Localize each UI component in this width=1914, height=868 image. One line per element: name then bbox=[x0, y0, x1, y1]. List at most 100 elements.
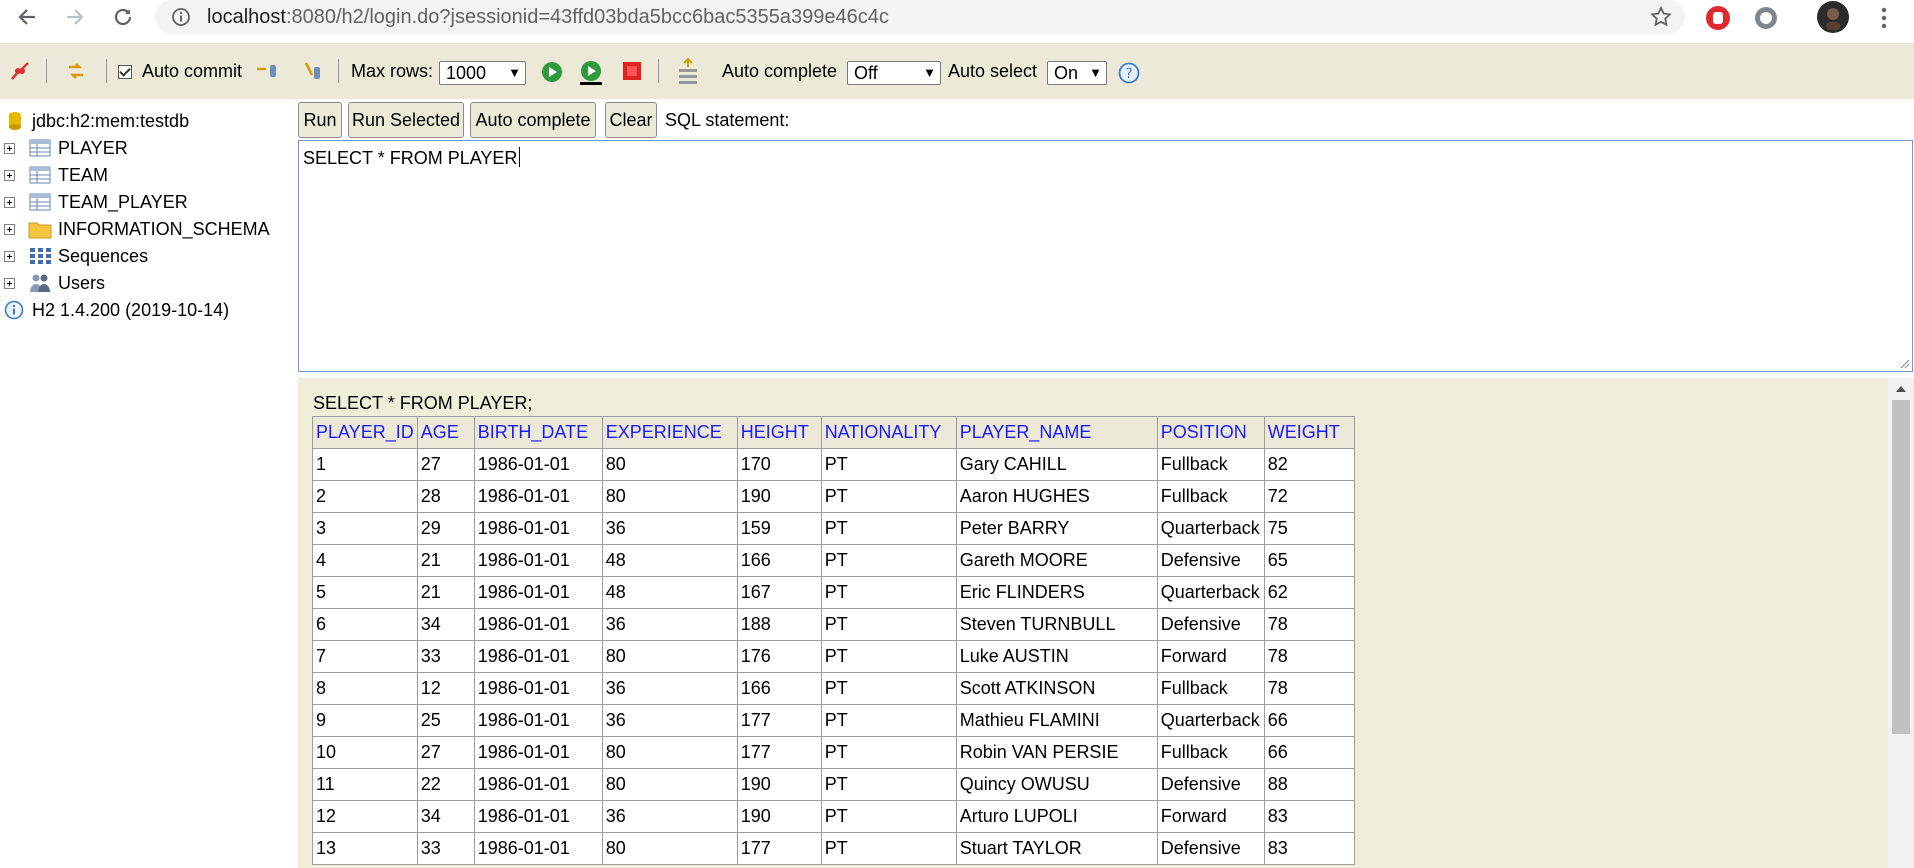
table-cell: 1986-01-01 bbox=[473, 544, 603, 577]
disconnect-icon[interactable] bbox=[8, 59, 32, 83]
auto-commit-checkbox[interactable] bbox=[118, 65, 132, 79]
table-cell: 21 bbox=[416, 544, 475, 577]
table-icon bbox=[29, 139, 51, 157]
address-bar[interactable]: localhost:8080/h2/login.do?jsessionid=43… bbox=[155, 0, 1685, 34]
table-cell: 25 bbox=[416, 704, 475, 737]
table-cell: 48 bbox=[601, 544, 738, 577]
column-header[interactable]: NATIONALITY bbox=[820, 416, 957, 449]
table-cell: 159 bbox=[736, 512, 822, 545]
table-cell: PT bbox=[820, 576, 957, 609]
table-cell: PT bbox=[820, 512, 957, 545]
auto-select-label: Auto select bbox=[948, 61, 1038, 81]
table-cell: 78 bbox=[1263, 672, 1355, 705]
folder-icon bbox=[28, 222, 52, 239]
table-row: 3 29 1986-01-01 36 159 PT Peter BARRY Quarterba… bbox=[312, 512, 1355, 545]
max-rows-select[interactable]: 1000 ▼ bbox=[439, 61, 526, 85]
table-row: 8 12 1986-01-01 36 166 PT Scott ATKINSON Fullba… bbox=[312, 672, 1355, 705]
expand-icon[interactable] bbox=[4, 196, 15, 208]
table-cell: PT bbox=[820, 544, 957, 577]
column-header[interactable]: PLAYER_NAME bbox=[955, 416, 1158, 449]
auto-select-select[interactable]: On ▼ bbox=[1047, 61, 1107, 85]
run-selected-icon[interactable] bbox=[578, 60, 604, 86]
table-cell: 188 bbox=[736, 608, 822, 641]
schema-tree: jdbc:h2:mem:testdb PLAYER TEAM TEAM_PLAY… bbox=[0, 104, 295, 868]
scroll-thumb[interactable] bbox=[1892, 400, 1910, 734]
scroll-up-icon[interactable] bbox=[1896, 386, 1906, 392]
run-icon[interactable] bbox=[540, 60, 564, 84]
tree-item-label: TEAM bbox=[58, 164, 109, 185]
browser-toolbar: localhost:8080/h2/login.do?jsessionid=43… bbox=[0, 0, 1914, 34]
back-button[interactable] bbox=[12, 2, 42, 32]
table-row: 2 28 1986-01-01 80 190 PT Aaron HUGHES Fullback… bbox=[312, 480, 1355, 513]
auto-complete-button[interactable]: Auto complete bbox=[470, 102, 596, 138]
table-row: 10 27 1986-01-01 80 177 PT Robin VAN PERSIE Ful… bbox=[312, 736, 1355, 769]
info-icon[interactable] bbox=[171, 7, 191, 27]
table-row: 9 25 1986-01-01 36 177 PT Mathieu FLAMINI Quart… bbox=[312, 704, 1355, 737]
forward-button[interactable] bbox=[60, 2, 90, 32]
adblock-extension-icon[interactable] bbox=[1704, 4, 1732, 32]
more-menu-icon[interactable] bbox=[1870, 4, 1898, 32]
rollback-icon[interactable] bbox=[254, 59, 280, 83]
expand-icon[interactable] bbox=[4, 250, 15, 262]
table-cell: Fullback bbox=[1156, 672, 1265, 705]
table-cell: Defensive bbox=[1156, 832, 1265, 865]
vertical-scrollbar[interactable] bbox=[1888, 378, 1914, 868]
column-header[interactable]: AGE bbox=[416, 416, 475, 449]
text-caret bbox=[519, 147, 521, 167]
expand-icon[interactable] bbox=[4, 277, 15, 289]
table-cell: 72 bbox=[1263, 480, 1355, 513]
column-header[interactable]: PLAYER_ID bbox=[312, 416, 418, 449]
table-cell: 36 bbox=[601, 672, 738, 705]
clear-button[interactable]: Clear bbox=[605, 102, 657, 138]
table-cell: Quarterback bbox=[1156, 576, 1265, 609]
shield-extension-icon[interactable] bbox=[1752, 4, 1780, 32]
sql-statement-label: SQL statement: bbox=[665, 110, 790, 130]
run-selected-button[interactable]: Run Selected bbox=[348, 102, 464, 138]
table-cell: 75 bbox=[1263, 512, 1355, 545]
column-header[interactable]: BIRTH_DATE bbox=[473, 416, 603, 449]
refresh-icon[interactable] bbox=[64, 59, 88, 83]
table-cell: 78 bbox=[1263, 640, 1355, 673]
table-cell: Aaron HUGHES bbox=[955, 480, 1158, 513]
h2-toolbar: Auto commit Max rows: 1000 ▼ Auto complet… bbox=[0, 43, 1914, 99]
auto-complete-select[interactable]: Off ▼ bbox=[847, 61, 941, 85]
sql-editor[interactable]: SELECT * FROM PLAYER bbox=[298, 140, 1913, 372]
table-cell: 1986-01-01 bbox=[473, 704, 603, 737]
table-cell: 1986-01-01 bbox=[473, 768, 603, 801]
database-icon bbox=[9, 112, 21, 130]
run-button[interactable]: Run bbox=[298, 102, 342, 138]
table-cell: 34 bbox=[416, 800, 475, 833]
expand-icon[interactable] bbox=[4, 169, 15, 181]
table-cell: 80 bbox=[601, 640, 738, 673]
table-cell: 48 bbox=[601, 576, 738, 609]
column-header[interactable]: HEIGHT bbox=[736, 416, 822, 449]
profile-avatar[interactable] bbox=[1817, 1, 1849, 33]
table-cell: 11 bbox=[312, 768, 418, 801]
table-cell: PT bbox=[820, 608, 957, 641]
commit-icon[interactable] bbox=[302, 59, 324, 83]
table-cell: 83 bbox=[1263, 800, 1355, 833]
table-cell: 36 bbox=[601, 512, 738, 545]
sequences-icon bbox=[30, 248, 51, 264]
bookmark-star-icon[interactable] bbox=[1649, 5, 1673, 29]
expand-icon[interactable] bbox=[4, 142, 15, 154]
table-cell: 10 bbox=[312, 736, 418, 769]
table-cell: 66 bbox=[1263, 736, 1355, 769]
column-header[interactable]: EXPERIENCE bbox=[601, 416, 738, 449]
stop-icon[interactable] bbox=[622, 61, 642, 81]
results-panel: SELECT * FROM PLAYER; PLAYER_ID AGE BIRT… bbox=[298, 378, 1914, 868]
toolbar-separator bbox=[106, 59, 107, 83]
column-header[interactable]: WEIGHT bbox=[1263, 416, 1355, 449]
resize-grip-icon[interactable] bbox=[1898, 357, 1910, 369]
table-cell: Robin VAN PERSIE bbox=[955, 736, 1158, 769]
help-icon[interactable]: ? bbox=[1118, 62, 1140, 84]
auto-complete-label: Auto complete bbox=[722, 61, 838, 81]
table-row: 12 34 1986-01-01 36 190 PT Arturo LUPOLI Forwar… bbox=[312, 800, 1355, 833]
column-header[interactable]: POSITION bbox=[1156, 416, 1265, 449]
history-icon[interactable] bbox=[676, 57, 700, 87]
expand-icon[interactable] bbox=[4, 223, 15, 235]
toolbar-separator bbox=[658, 59, 659, 83]
reload-button[interactable] bbox=[108, 2, 138, 32]
table-cell: Fullback bbox=[1156, 448, 1265, 481]
table-cell: PT bbox=[820, 800, 957, 833]
